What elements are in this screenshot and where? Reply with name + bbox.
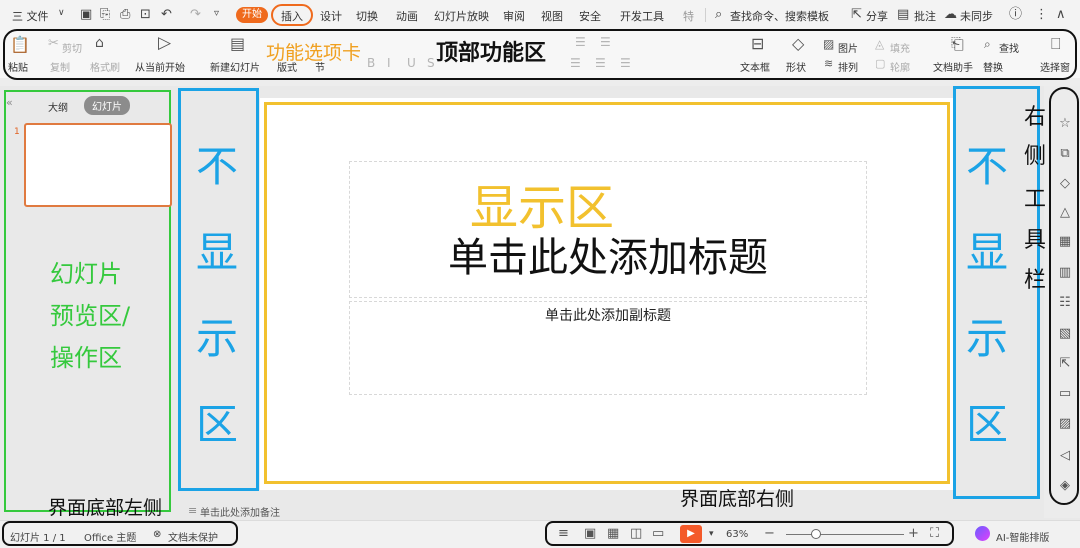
- file-menu[interactable]: 三 文件: [12, 8, 49, 24]
- not-display-left-4: 区: [196, 400, 239, 449]
- comment-icon[interactable]: ▤: [897, 8, 909, 21]
- not-display-left-2: 显: [196, 228, 239, 277]
- right-toolbar-annotation-3: 工: [1024, 187, 1047, 212]
- cloud-icon[interactable]: ☁: [944, 8, 957, 21]
- tab-transition[interactable]: 切换: [356, 8, 378, 24]
- separator: [705, 8, 706, 22]
- tab-design[interactable]: 设计: [320, 8, 342, 24]
- slide-thumbnail[interactable]: [24, 123, 172, 207]
- not-display-right-4: 区: [966, 400, 1009, 449]
- slide-title[interactable]: 单击此处添加标题: [350, 238, 866, 278]
- not-display-right-3: 示: [966, 314, 1009, 363]
- settings-sliders-icon[interactable]: ☷: [1055, 296, 1075, 309]
- right-toolbar-annotation-1: 右: [1024, 105, 1047, 130]
- right-toolbar-annotation-4: 具: [1024, 228, 1047, 253]
- more-icon[interactable]: ⋮: [1035, 8, 1048, 21]
- not-display-left-1: 不: [196, 142, 239, 191]
- theme-name[interactable]: Office 主题: [84, 529, 136, 544]
- picture-icon[interactable]: ▨: [1055, 417, 1075, 430]
- left-area-annotation-2: 预览区/: [50, 302, 131, 330]
- ai-layout-button[interactable]: AI-智能排版: [996, 529, 1049, 544]
- tab-outline[interactable]: 大纲: [48, 99, 68, 114]
- shield-icon[interactable]: ◈: [1055, 479, 1075, 492]
- tab-developer[interactable]: 开发工具: [620, 8, 664, 24]
- play-button[interactable]: ▶: [680, 525, 702, 543]
- print-icon[interactable]: ⎙: [120, 8, 130, 21]
- image-icon[interactable]: ▧: [1055, 327, 1075, 340]
- not-display-right-1: 不: [966, 142, 1009, 191]
- collapse-pane-icon[interactable]: «: [6, 96, 13, 109]
- redo-icon[interactable]: ↷: [190, 8, 201, 21]
- share-button[interactable]: 分享: [866, 8, 888, 24]
- zoom-slider-track[interactable]: [786, 534, 904, 535]
- zoom-out-icon[interactable]: −: [764, 527, 775, 540]
- slide-sorter-icon[interactable]: ▦: [607, 527, 619, 540]
- sync-status[interactable]: 未同步: [960, 8, 993, 24]
- top-area-annotation: 顶部功能区: [436, 41, 547, 66]
- save-icon[interactable]: ▣: [80, 8, 92, 21]
- left-area-annotation-1: 幻灯片: [50, 260, 122, 288]
- bottom-right-annotation: 界面底部右侧: [680, 488, 795, 510]
- command-search[interactable]: 查找命令、搜索模板: [730, 8, 829, 24]
- comment-button[interactable]: 批注: [914, 8, 936, 24]
- notes-toggle-icon[interactable]: ≡: [558, 527, 569, 540]
- tab-security[interactable]: 安全: [579, 8, 601, 24]
- zoom-slider-handle[interactable]: [811, 529, 821, 539]
- style-icon[interactable]: △: [1055, 206, 1075, 219]
- tab-animation[interactable]: 动画: [396, 8, 418, 24]
- tab-slides[interactable]: 幻灯片: [84, 96, 130, 115]
- not-display-right-2: 显: [966, 228, 1009, 277]
- archive-icon[interactable]: ▭: [1055, 387, 1075, 400]
- collapse-ribbon-icon[interactable]: ∧: [1056, 8, 1066, 21]
- preview-icon[interactable]: ⊡: [140, 8, 151, 21]
- slide-subtitle[interactable]: 单击此处添加副标题: [350, 305, 866, 325]
- normal-view-icon[interactable]: ▣: [584, 527, 596, 540]
- zoom-in-icon[interactable]: +: [908, 527, 919, 540]
- ai-icon: [975, 526, 990, 541]
- chart-icon[interactable]: ▥: [1055, 266, 1075, 279]
- bottom-left-annotation: 界面底部左侧: [48, 497, 163, 519]
- grid-icon[interactable]: ▦: [1055, 235, 1075, 248]
- reading-view-icon[interactable]: ◫: [630, 527, 642, 540]
- tab-slideshow[interactable]: 幻灯片放映: [434, 8, 489, 24]
- export-icon[interactable]: ⇱: [1055, 357, 1075, 370]
- undo-icon[interactable]: ↶: [161, 8, 172, 21]
- notes-icon: ≡: [188, 504, 198, 517]
- shapes-icon[interactable]: ◇: [1055, 177, 1075, 190]
- share-icon[interactable]: ⇱: [851, 8, 862, 21]
- fit-window-icon[interactable]: ⛶: [930, 527, 939, 540]
- tab-more[interactable]: 特: [683, 8, 694, 24]
- zoom-level[interactable]: 63%: [726, 529, 748, 540]
- right-toolbar-annotation-5: 栏: [1024, 268, 1047, 293]
- right-toolbar-annotation-2: 侧: [1024, 144, 1047, 169]
- slide-number: 1: [14, 127, 20, 137]
- presenter-icon[interactable]: ▭: [652, 527, 664, 540]
- layout-icon[interactable]: ⧉: [1055, 147, 1075, 160]
- help-icon[interactable]: ⓘ: [1009, 8, 1022, 21]
- customize-icon[interactable]: ▿: [214, 9, 219, 19]
- notes-placeholder[interactable]: 单击此处添加备注: [200, 504, 280, 519]
- shield-icon: ⊗: [153, 529, 162, 540]
- tab-review[interactable]: 审阅: [503, 8, 525, 24]
- tab-insert[interactable]: 插入: [281, 8, 303, 24]
- tab-view[interactable]: 视图: [541, 8, 563, 24]
- search-icon[interactable]: ⌕: [715, 8, 722, 21]
- sound-icon[interactable]: ◁: [1055, 449, 1075, 462]
- left-area-annotation-3: 操作区: [50, 344, 122, 372]
- protection-status[interactable]: 文档未保护: [168, 529, 218, 544]
- chevron-down-icon[interactable]: ∨: [58, 9, 65, 18]
- tab-home[interactable]: 开始: [236, 7, 268, 23]
- slide-count: 幻灯片 1 / 1: [10, 533, 66, 544]
- star-icon[interactable]: ☆: [1055, 117, 1075, 130]
- export-icon[interactable]: ⎘: [100, 8, 110, 21]
- function-tab-annotation: 功能选项卡: [266, 42, 362, 64]
- display-area-annotation: 显示区: [470, 180, 615, 236]
- not-display-left-3: 示: [196, 314, 239, 363]
- play-options-icon[interactable]: ▾: [709, 529, 714, 539]
